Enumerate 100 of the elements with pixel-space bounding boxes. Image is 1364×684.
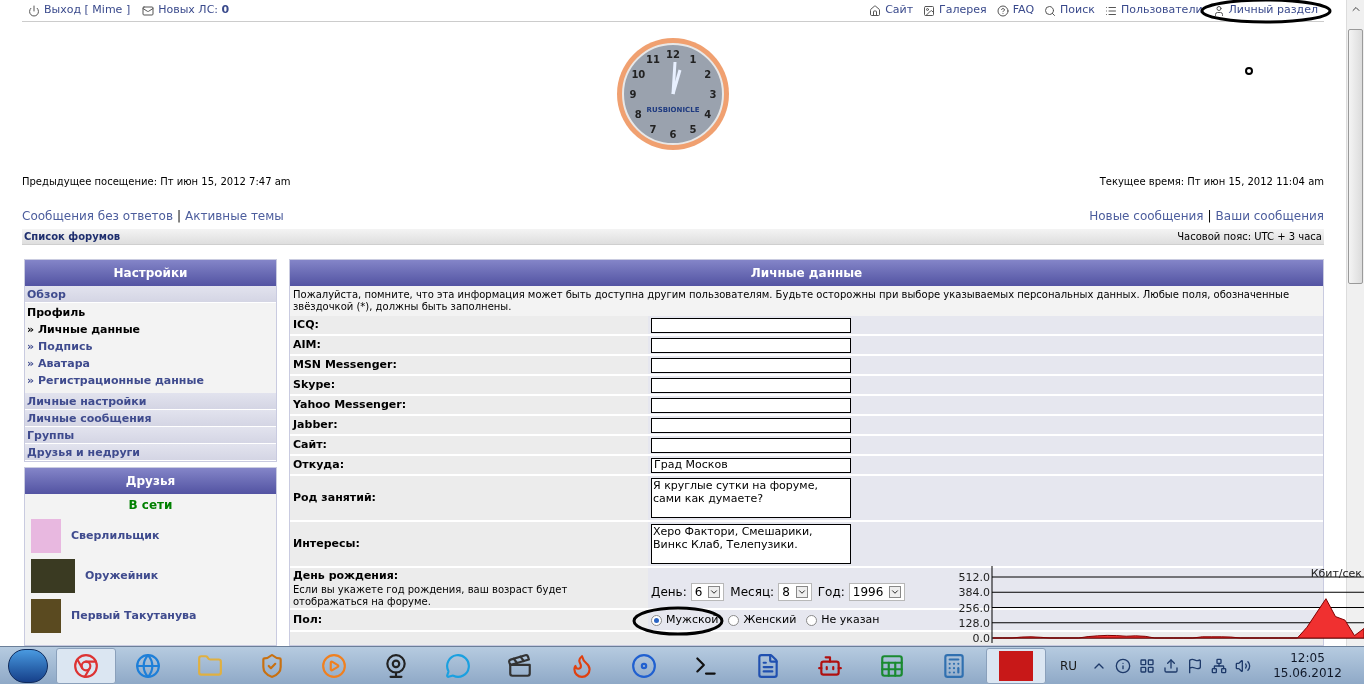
language-indicator[interactable]: RU <box>1060 656 1078 675</box>
sidebar-subitem[interactable]: » Регистрационные данные <box>25 372 276 389</box>
sidebar-subitem[interactable]: » Аватара <box>25 355 276 372</box>
sidebar-subitem[interactable]: » Подпись <box>25 338 276 355</box>
upload-icon[interactable] <box>1163 657 1180 674</box>
radio-option[interactable]: Не указан <box>806 611 880 629</box>
top-nav-link[interactable]: FAQ <box>996 2 1035 19</box>
radio-option[interactable]: Женский <box>728 611 797 629</box>
friend-link[interactable]: Первый Такутанува <box>71 607 197 625</box>
dropdown-select[interactable]: 8 <box>778 583 812 601</box>
current-time-text: Текущее время: Пт июн 15, 2012 11:04 am <box>1099 175 1324 189</box>
field-label: День рождения: <box>293 567 400 584</box>
online-heading: В сети <box>128 497 173 514</box>
sidebar-item[interactable]: Профиль <box>25 305 276 321</box>
sidebar-item[interactable]: Друзья и недруги <box>25 444 276 461</box>
top-nav-link[interactable]: Поиск <box>1044 2 1095 19</box>
input-field[interactable] <box>651 377 851 393</box>
clock-numeral: 6 <box>669 129 677 140</box>
clock-numeral: 1 <box>689 54 697 66</box>
disc-icon <box>631 652 657 679</box>
radio-option[interactable]: Мужской <box>651 611 719 629</box>
dropdown-select[interactable]: 1996 <box>848 583 906 601</box>
shield-icon <box>259 652 285 679</box>
input-field[interactable] <box>651 397 851 413</box>
input-field[interactable] <box>651 417 851 433</box>
home-icon <box>869 4 882 17</box>
top-nav-link[interactable]: Сайт <box>869 2 914 19</box>
top-nav-link[interactable]: Выход [ Mime ] <box>28 2 131 19</box>
text-area[interactable]: Я круглые сутки на форуме, сами как думаете? <box>651 478 851 518</box>
top-nav-link[interactable]: Личный раздел <box>1212 2 1318 19</box>
avatar-placeholder <box>31 519 61 553</box>
top-nav-link[interactable]: Новых ЛС: 0 <box>142 2 230 19</box>
field-label: Сайт: <box>293 436 328 453</box>
top-nav-link[interactable]: Галерея <box>923 2 987 19</box>
tick-label: 384.0 <box>958 586 990 600</box>
image-icon <box>923 4 936 17</box>
flag-icon[interactable] <box>1187 657 1204 674</box>
nav-link[interactable]: Сообщения без ответов <box>22 207 173 225</box>
input-field[interactable] <box>651 317 851 333</box>
field-label: AIM: <box>293 336 322 353</box>
sidebar-item[interactable]: Обзор <box>25 286 276 303</box>
tick-label: 256.0 <box>958 601 990 615</box>
nav-link[interactable]: Новые сообщения <box>1089 207 1204 225</box>
network-icon[interactable] <box>1211 657 1228 674</box>
info-icon[interactable] <box>1115 657 1132 674</box>
nav-link[interactable]: Активные темы <box>185 207 284 225</box>
caret-icon <box>795 586 808 598</box>
notice-text: Пожалуйста, помните, что эта информация может быть доступна другим пользователям. Будьте осторожны при выборе указываемых персональных данных. Любые поля, обозначенные звёздочкой (*), должны быть заполнены. <box>293 289 1291 313</box>
text-area[interactable]: Херо Фактори, Смешарики, Винкс Клаб, Телепузики. <box>651 524 851 564</box>
clock-display[interactable]: 12:05 15.06.2012 <box>1273 650 1342 681</box>
clock-numeral: 5 <box>689 123 697 135</box>
list-icon <box>1104 4 1117 17</box>
nav-link[interactable]: Ваши сообщения <box>1215 207 1324 225</box>
friend-link[interactable]: Сверлильщик <box>71 527 160 545</box>
globe-icon <box>135 652 161 679</box>
clock-numeral: 10 <box>631 69 646 80</box>
top-nav-link[interactable]: Пользователи <box>1104 2 1203 19</box>
start-button[interactable] <box>8 648 48 683</box>
last-visit-text: Предыдущее посещение: Пт июн 15, 2012 7:47 am <box>22 175 291 189</box>
input-field[interactable] <box>651 437 851 453</box>
clock-numeral: 9 <box>629 89 637 100</box>
clock-numeral: 3 <box>709 89 717 100</box>
sidebar-item[interactable]: Группы <box>25 427 276 444</box>
caret-icon <box>708 586 721 598</box>
sidebar-subitem[interactable]: » Личные данные <box>25 321 276 338</box>
axis-unit-label: Кбит/сек <box>1310 567 1362 580</box>
field-label: Месяц: <box>730 584 775 601</box>
clock-numeral: 4 <box>704 109 712 120</box>
field-label: Год: <box>817 584 845 601</box>
document-icon <box>755 652 781 679</box>
field-label: Jabber: <box>293 416 339 433</box>
avatar-placeholder <box>31 599 61 633</box>
input-field[interactable] <box>651 357 851 373</box>
tick-label: 0.0 <box>972 632 990 644</box>
taskbar-app-button[interactable] <box>986 647 1046 684</box>
mail-icon <box>142 4 155 17</box>
field-label: Откуда: <box>293 456 346 473</box>
clock-numeral: 2 <box>704 69 712 80</box>
input-field[interactable] <box>651 337 851 353</box>
friend-link[interactable]: Оружейник <box>85 567 159 585</box>
tick-label: 512.0 <box>958 571 990 584</box>
grid-icon[interactable] <box>1139 657 1156 674</box>
user-icon <box>1212 4 1225 17</box>
caret-icon <box>889 586 902 598</box>
sidebar-item[interactable]: Личные сообщения <box>25 410 276 427</box>
volume-icon[interactable] <box>1235 657 1252 674</box>
avatar-placeholder <box>31 559 75 593</box>
panel-header: Настройки <box>25 260 276 286</box>
power-icon <box>28 4 40 17</box>
input-field[interactable]: Град Москов <box>651 457 851 473</box>
field-hint: Если вы укажете год рождения, ваш возраст будет отображаться на форуме. <box>293 584 569 609</box>
dropdown-select[interactable]: 6 <box>690 583 725 601</box>
clock-numeral: 8 <box>634 109 642 120</box>
browser-icon <box>73 652 99 679</box>
field-label: MSN Messenger: <box>293 356 398 373</box>
tick-label: 128.0 <box>958 616 990 630</box>
field-label: Yahoo Messenger: <box>293 396 408 413</box>
breadcrumb-link[interactable]: Список форумов <box>24 229 121 244</box>
sidebar-item[interactable]: Личные настройки <box>25 393 276 410</box>
timezone-text: Часовой пояс: UTC + 3 часа <box>1177 230 1322 244</box>
